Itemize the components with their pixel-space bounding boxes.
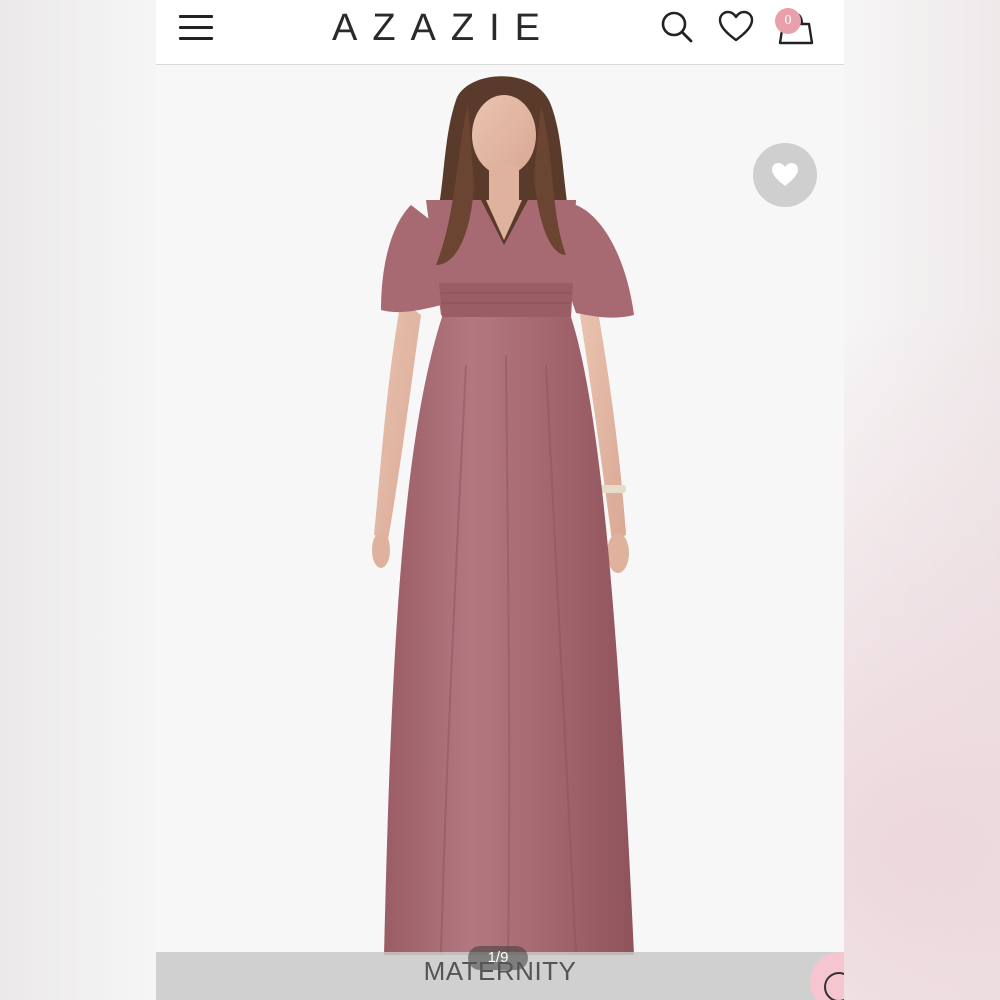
heart-outline-icon[interactable] [717, 8, 755, 46]
chat-bubble-icon [824, 972, 844, 1000]
product-image-gallery[interactable] [156, 65, 844, 1000]
heart-filled-icon [772, 163, 798, 186]
category-label: MATERNITY [423, 956, 577, 986]
brand-logo[interactable]: AZAZIE [311, 6, 561, 50]
favorite-button[interactable] [753, 143, 817, 207]
top-navigation-bar: AZAZIE 0 [156, 0, 844, 65]
search-icon[interactable] [658, 8, 696, 46]
mobile-screen: AZAZIE 0 1/9 MATERNITY [156, 0, 844, 1000]
hamburger-menu-icon[interactable] [176, 12, 216, 44]
product-model-image [372, 76, 634, 956]
cart-count-badge: 0 [775, 8, 801, 34]
